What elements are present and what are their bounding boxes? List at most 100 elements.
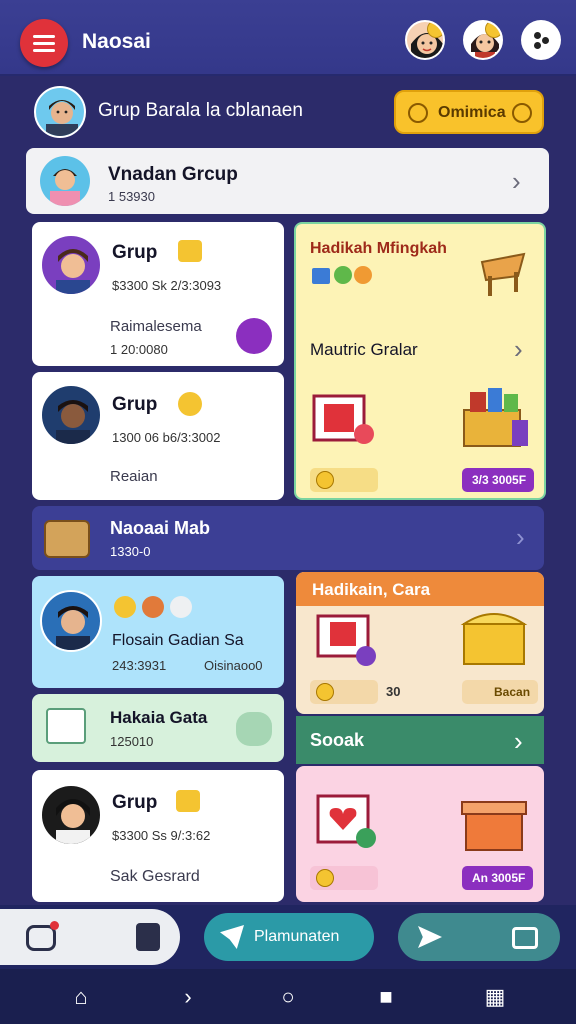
member-code: 1 20:0080 bbox=[110, 342, 168, 357]
social-label: Sooak bbox=[310, 730, 365, 750]
clock-icon bbox=[512, 103, 532, 123]
coin-icon bbox=[316, 869, 334, 887]
coin-icon bbox=[316, 683, 334, 701]
mail-icon bbox=[312, 268, 330, 284]
coin-icon bbox=[316, 471, 334, 489]
chevron-right-icon: › bbox=[514, 334, 523, 364]
action-bar: Plamunaten bbox=[0, 905, 576, 969]
toy-box-icon bbox=[463, 388, 528, 447]
crown-icon bbox=[176, 790, 200, 812]
face-icon bbox=[354, 266, 372, 284]
member-card[interactable]: Grup $3300 Ss 9/:3:62 Sak Gesrard bbox=[32, 770, 284, 902]
emoji-icon bbox=[178, 392, 202, 416]
share-button[interactable] bbox=[398, 913, 560, 961]
list-card[interactable]: Flosain Gadian Sa 243:3931 Oisinaoo0 bbox=[32, 576, 284, 688]
send-icon bbox=[418, 926, 442, 948]
phone-icon bbox=[136, 923, 160, 951]
group-title: Vnadan Grcup bbox=[108, 164, 238, 185]
gift-box-icon bbox=[461, 801, 527, 851]
coin-pill[interactable] bbox=[310, 468, 378, 492]
list-title: Hakaia Gata bbox=[110, 708, 208, 727]
member-title: Grup bbox=[112, 394, 158, 415]
promo-card[interactable]: An 3005F bbox=[296, 766, 544, 902]
group-list-item[interactable]: Vnadan Grcup 1 53930 › bbox=[26, 148, 549, 214]
more-icon bbox=[534, 32, 541, 39]
app-title: Naosai bbox=[82, 30, 151, 53]
list-card[interactable]: Hakaia Gata 125010 bbox=[32, 694, 284, 762]
member-stats: $3300 Ss 9/:3:62 bbox=[112, 828, 211, 843]
banner-title: Naoaai Mab bbox=[110, 518, 211, 538]
avatar bbox=[40, 384, 102, 446]
avatar[interactable] bbox=[463, 20, 503, 60]
chevron-right-icon: › bbox=[512, 166, 521, 196]
promo-card[interactable]: Hadikain, Cara 30 Bacan bbox=[296, 572, 544, 714]
home-icon[interactable]: ⌂ bbox=[67, 983, 95, 1011]
promo-item-label: Mautric Gralar bbox=[310, 340, 418, 359]
price-pill[interactable]: An 3005F bbox=[462, 866, 534, 890]
group-header-title: Grup Barala la cblanaen bbox=[98, 100, 303, 121]
document-icon bbox=[46, 708, 86, 744]
action-bubble[interactable] bbox=[236, 712, 272, 746]
top-bar: Naosai bbox=[0, 0, 576, 76]
member-stats: $3300 Sk 2/3:3093 bbox=[112, 278, 222, 293]
sticker-icon bbox=[334, 266, 352, 284]
avatar bbox=[40, 156, 90, 206]
chevron-right-icon: › bbox=[514, 726, 523, 756]
coin-pill[interactable] bbox=[310, 680, 378, 704]
list-badge: Oisinaoo0 bbox=[204, 658, 263, 673]
member-name: Sak Gesrard bbox=[110, 868, 200, 885]
treasure-chest-icon bbox=[460, 613, 528, 665]
heart-photo-icon bbox=[316, 794, 376, 848]
menu-button[interactable] bbox=[20, 19, 68, 67]
system-nav-bar: ⌂ › ○ ■ ▦ bbox=[0, 969, 576, 1024]
list-stats: 243:3931 bbox=[112, 658, 167, 673]
circle-home-icon[interactable]: ○ bbox=[274, 983, 302, 1011]
group-header: Grup Barala la cblanaen Omimica bbox=[34, 86, 544, 138]
menu-icon bbox=[33, 35, 55, 38]
grid-icon[interactable]: ▦ bbox=[481, 983, 509, 1011]
avatar[interactable] bbox=[405, 20, 445, 60]
coin-pill[interactable] bbox=[310, 866, 378, 890]
gift-photo-icon bbox=[312, 394, 374, 444]
social-link[interactable]: Sooak › bbox=[296, 716, 544, 764]
member-title: Grup bbox=[112, 792, 158, 813]
gift-photo-icon bbox=[316, 614, 376, 666]
coin-icon bbox=[485, 22, 501, 38]
avatar bbox=[40, 590, 102, 652]
contact-button[interactable]: Omimica bbox=[394, 90, 544, 134]
square-icon[interactable]: ■ bbox=[372, 983, 400, 1011]
avatar bbox=[40, 234, 102, 296]
more-button[interactable] bbox=[521, 20, 561, 60]
list-code: 125010 bbox=[110, 734, 154, 749]
promo-count: 30 bbox=[386, 684, 401, 699]
chat-icon bbox=[408, 103, 428, 123]
call-icon[interactable] bbox=[236, 318, 272, 354]
cart-icon bbox=[512, 927, 538, 949]
promo-title: Hadikain, Cara bbox=[312, 580, 431, 599]
banner-subtitle: 1330-0 bbox=[110, 544, 151, 559]
back-icon[interactable]: › bbox=[174, 983, 202, 1011]
notification-dot bbox=[50, 921, 59, 930]
list-title: Flosain Gadian Sa bbox=[112, 632, 244, 649]
member-name: Raimalesema bbox=[110, 318, 202, 335]
member-card[interactable]: Grup $3300 Sk 2/3:3093 Raimalesema 1 20:… bbox=[32, 222, 284, 366]
chevron-right-icon: › bbox=[516, 522, 525, 552]
avatar[interactable] bbox=[34, 86, 86, 138]
group-banner[interactable]: Naoaai Mab 1330-0 › bbox=[32, 506, 544, 570]
promo-card[interactable]: Hadikah Mfingkah Mautric Gralar › 3/3 30… bbox=[294, 222, 546, 500]
price-pill[interactable]: 3/3 3005F bbox=[462, 468, 535, 492]
promo-title: Hadikah Mfingkah bbox=[310, 240, 447, 257]
suitcase-icon bbox=[44, 520, 90, 558]
member-card[interactable]: Grup 1300 06 b6/3:3002 Reaian bbox=[32, 372, 284, 500]
group-code: 1 53930 bbox=[108, 189, 155, 204]
member-title: Grup bbox=[112, 242, 158, 263]
chair-icon bbox=[480, 252, 526, 296]
emoji-row bbox=[114, 596, 224, 618]
bacan-pill[interactable]: Bacan bbox=[462, 680, 539, 704]
avatar bbox=[40, 784, 102, 846]
camera-tab[interactable] bbox=[0, 909, 180, 965]
member-stats: 1300 06 b6/3:3002 bbox=[112, 430, 221, 445]
primary-action-button[interactable]: Plamunaten bbox=[204, 913, 374, 961]
coin-icon bbox=[427, 22, 443, 38]
crown-icon bbox=[178, 240, 202, 262]
